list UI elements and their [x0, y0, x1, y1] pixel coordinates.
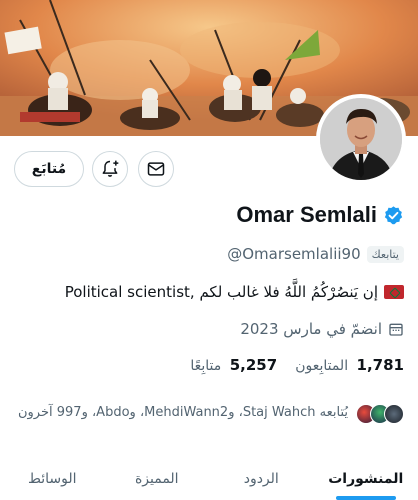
tab-label: الردود [243, 471, 279, 487]
followed-by-row[interactable]: يُتابعه Staj Wahch، وMehdiWann2، وAbdo، … [14, 404, 404, 424]
followers-label: المتابِعون [295, 358, 349, 374]
bio-text: Political scientist, إن يَنصُرْكُمُ اللَ… [64, 283, 378, 301]
bell-plus-icon [102, 160, 119, 177]
followed-by-text: يُتابعه Staj Wahch، وMehdiWann2، وAbdo، … [17, 405, 348, 420]
tab-label: المميزة [134, 471, 179, 487]
joined-date: انضمّ في مارس 2023 [240, 320, 404, 338]
morocco-flag-icon [384, 285, 404, 299]
display-name: Omar Semlali [236, 202, 377, 227]
avatar-photo [320, 98, 402, 180]
envelope-icon [147, 162, 165, 176]
followers-link[interactable]: 1,781 المتابِعون [295, 356, 404, 374]
profile-stats: 1,781 المتابِعون 5,257 متابِعًا [190, 356, 404, 374]
message-button[interactable] [138, 151, 174, 187]
followers-count: 1,781 [356, 356, 404, 374]
following-label: متابِعًا [190, 358, 222, 374]
following-count: 5,257 [229, 356, 278, 374]
tab-label: المنشورات [328, 471, 404, 487]
profile-handle: @Omarsemlalii90 [227, 245, 361, 263]
following-link[interactable]: 5,257 متابِعًا [190, 356, 277, 374]
tab-posts[interactable]: المنشورات [314, 458, 418, 500]
handle-row: @Omarsemlalii90 يتابعك [227, 245, 404, 263]
profile-bio: Political scientist, إن يَنصُرْكُمُ اللَ… [65, 283, 404, 301]
following-button-label: مُتابَع [31, 161, 67, 177]
verified-badge-icon[interactable] [383, 205, 404, 226]
mini-avatar [384, 404, 404, 424]
joined-text: انضمّ في مارس 2023 [240, 320, 382, 338]
tab-highlights[interactable]: المميزة [105, 458, 210, 500]
follows-you-badge: يتابعك [366, 245, 404, 263]
profile-name-row: Omar Semlali [236, 202, 404, 228]
calendar-icon [389, 323, 403, 336]
following-button[interactable]: مُتابَع [14, 151, 84, 187]
tab-replies[interactable]: الردود [209, 458, 314, 500]
tab-media[interactable]: الوسائط [0, 458, 105, 500]
profile-avatar[interactable] [316, 94, 406, 184]
followers-you-know-avatars [356, 404, 404, 424]
notifications-button[interactable] [92, 151, 128, 187]
tab-label: الوسائط [27, 471, 77, 487]
profile-tabs: المنشورات الردود المميزة الوسائط [0, 458, 418, 500]
